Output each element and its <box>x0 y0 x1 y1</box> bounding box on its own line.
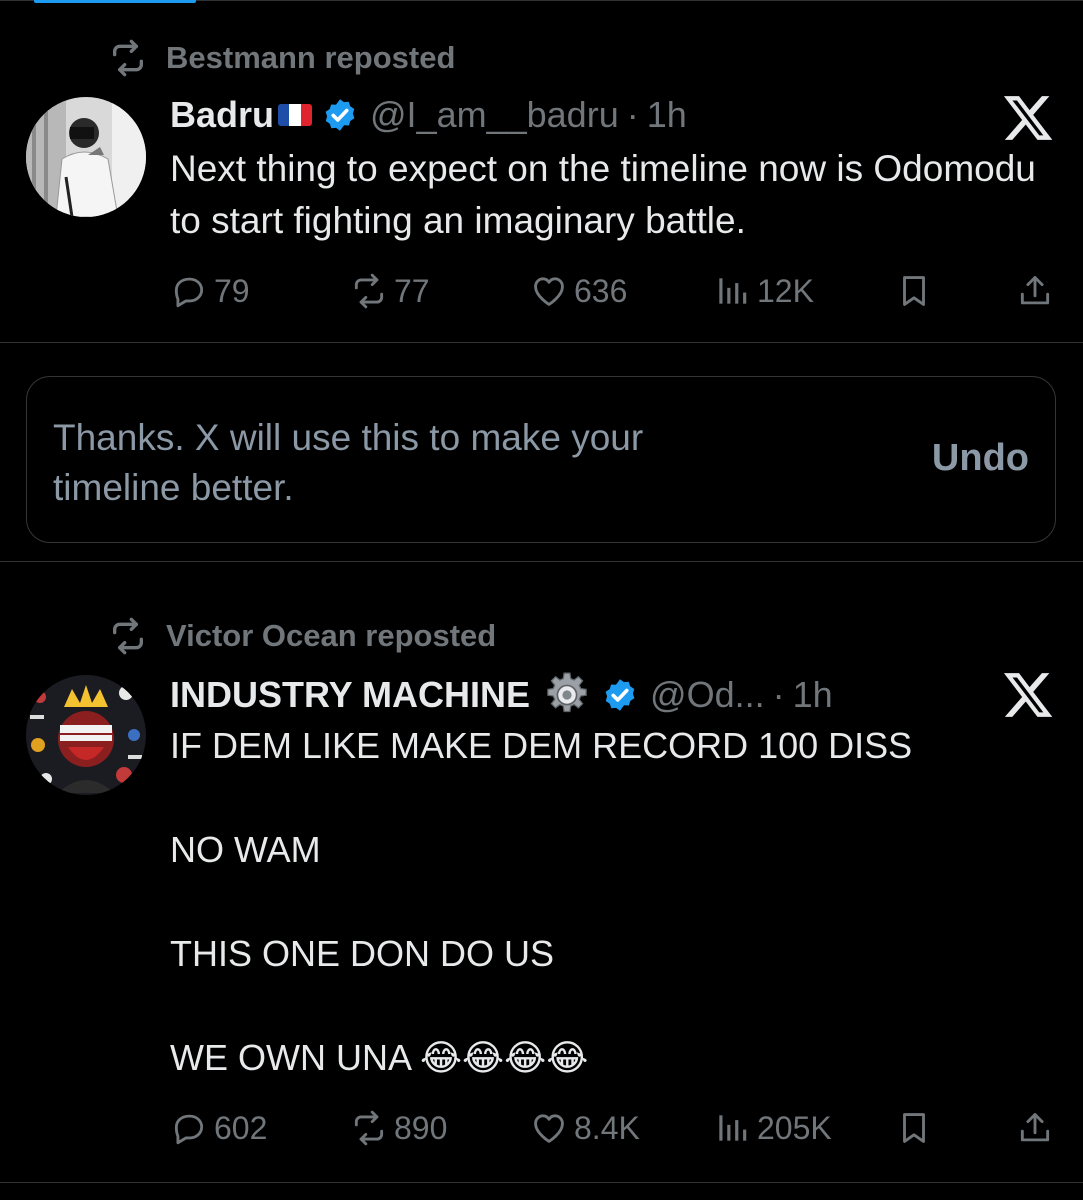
repost-context: Bestmann reposted <box>108 38 455 78</box>
share-button[interactable] <box>1016 1109 1060 1147</box>
views-count: 12K <box>757 272 814 309</box>
repost-icon <box>354 1110 384 1146</box>
share-icon <box>1020 1113 1050 1142</box>
french-flag-icon <box>278 104 312 126</box>
avatar[interactable] <box>26 97 146 217</box>
reply-button[interactable]: 602 <box>170 1109 267 1147</box>
share-button[interactable] <box>1016 272 1060 310</box>
verified-badge-icon <box>605 679 635 711</box>
views-button[interactable]: 12K <box>713 272 814 310</box>
gear-icon <box>547 672 587 713</box>
dot-separator: · <box>772 674 785 715</box>
views-chart-icon <box>719 1115 747 1141</box>
bookmark-icon <box>903 1113 925 1143</box>
repost-count: 77 <box>394 272 430 309</box>
bookmark-button[interactable] <box>895 272 939 310</box>
tweet-text: IF DEM LIKE MAKE DEM RECORD 100 DISS NO … <box>170 725 913 1078</box>
feedback-notice: Thanks. X will use this to make your tim… <box>26 376 1056 543</box>
repost-button[interactable]: 890 <box>350 1109 447 1147</box>
timestamp[interactable]: 1h <box>793 673 833 717</box>
reply-count: 79 <box>214 272 250 309</box>
repost-count: 890 <box>394 1109 448 1146</box>
display-name[interactable]: INDUSTRY MACHINE <box>170 673 530 717</box>
tweet-text: Next thing to expect on the timeline now… <box>170 148 1047 241</box>
like-button[interactable]: 8.4K <box>530 1109 640 1147</box>
avatar[interactable] <box>26 675 146 795</box>
reply-icon <box>174 277 204 308</box>
tweet[interactable]: Victor Ocean reposted INDUSTRY MACHINE @… <box>0 562 1083 1182</box>
undo-button[interactable]: Undo <box>932 437 1029 480</box>
handle[interactable]: @Od... <box>650 673 765 717</box>
notice-text: Thanks. X will use this to make your tim… <box>53 417 644 508</box>
tweet-header: INDUSTRY MACHINE @Od... · 1h <box>170 670 833 720</box>
repost-label: Bestmann reposted <box>166 40 456 75</box>
like-count: 8.4K <box>574 1109 640 1146</box>
verified-badge-icon <box>325 99 355 131</box>
reply-button[interactable]: 79 <box>170 272 250 310</box>
reply-icon <box>174 1114 204 1145</box>
reply-count: 602 <box>214 1109 268 1146</box>
share-icon <box>1020 276 1050 305</box>
tweet-divider <box>0 1182 1083 1183</box>
heart-icon <box>534 277 564 306</box>
tweet[interactable]: Bestmann reposted Badru @I_am__badru · 1… <box>0 1 1083 342</box>
bookmark-icon <box>903 276 925 306</box>
repost-context: Victor Ocean reposted <box>108 616 496 656</box>
repost-icon <box>354 273 384 309</box>
repost-icon <box>113 39 143 77</box>
views-chart-icon <box>719 278 747 304</box>
tweet-header: Badru @I_am__badru · 1h <box>170 93 687 137</box>
x-logo-icon[interactable] <box>1001 91 1055 145</box>
like-button[interactable]: 636 <box>530 272 627 310</box>
tweet-divider <box>0 342 1083 343</box>
dot-separator: · <box>626 94 639 135</box>
views-button[interactable]: 205K <box>713 1109 832 1147</box>
handle[interactable]: @I_am__badru <box>370 93 619 137</box>
views-count: 205K <box>757 1109 832 1146</box>
bookmark-button[interactable] <box>895 1109 939 1147</box>
repost-label: Victor Ocean reposted <box>166 618 497 653</box>
heart-icon <box>534 1114 564 1143</box>
like-count: 636 <box>574 272 628 309</box>
timestamp[interactable]: 1h <box>647 93 687 137</box>
display-name[interactable]: Badru <box>170 93 274 137</box>
repost-button[interactable]: 77 <box>350 272 430 310</box>
repost-icon <box>113 617 143 655</box>
x-logo-icon[interactable] <box>1001 668 1055 722</box>
